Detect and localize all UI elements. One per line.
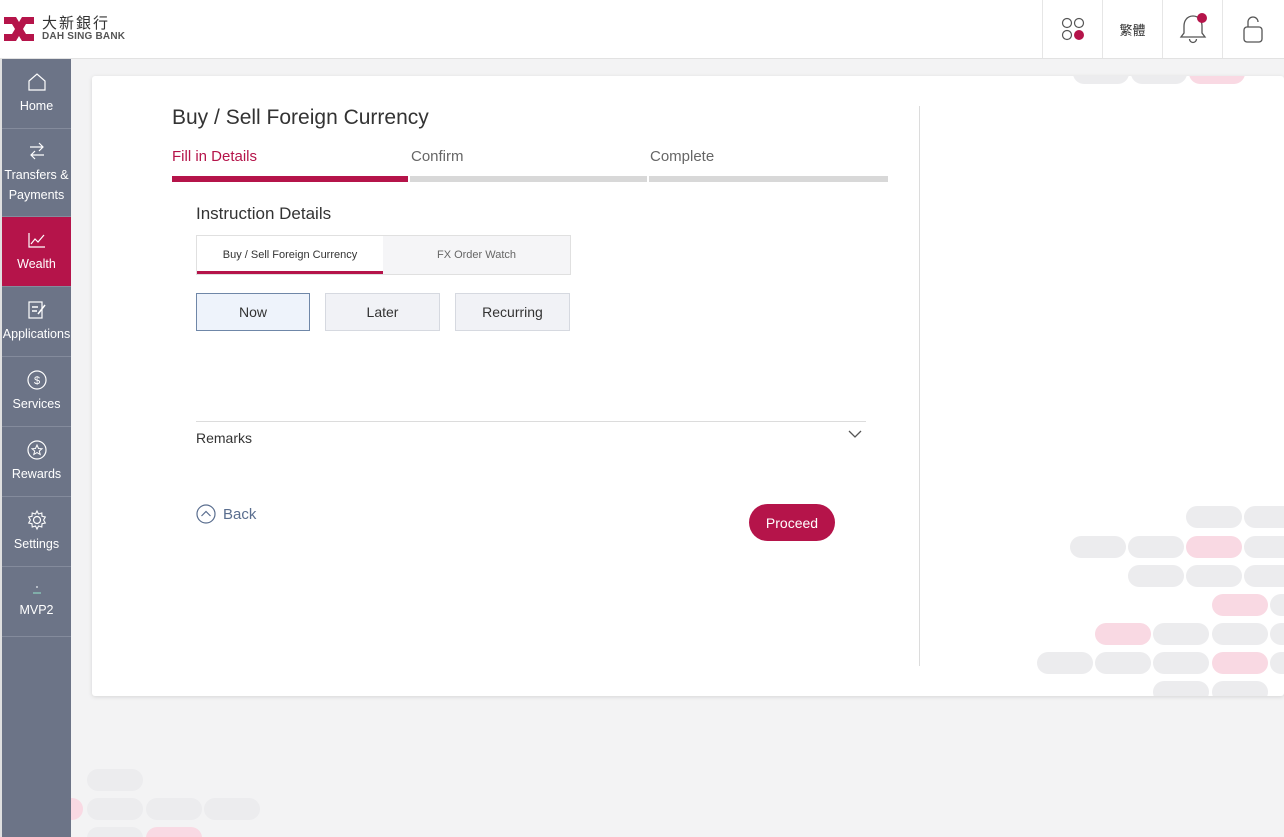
form-icon bbox=[27, 301, 46, 319]
apps-grid-icon bbox=[1061, 17, 1084, 41]
svg-text:$: $ bbox=[33, 375, 39, 387]
proceed-button[interactable]: Proceed bbox=[749, 504, 835, 541]
timing-now-button[interactable]: Now bbox=[196, 293, 310, 331]
step-bar-3 bbox=[649, 176, 888, 182]
sidebar-item-services[interactable]: $ Services bbox=[2, 357, 71, 427]
chart-icon bbox=[27, 233, 45, 248]
sidebar-nav: Home Transfers & Payments Wealth Applica… bbox=[0, 59, 71, 837]
dash-icon bbox=[32, 586, 41, 594]
step-fill-in-details: Fill in Details bbox=[172, 148, 258, 165]
language-label: 繁體 bbox=[1119, 23, 1146, 39]
home-icon bbox=[27, 73, 46, 91]
logout-button[interactable] bbox=[1222, 0, 1282, 58]
section-title: Instruction Details bbox=[196, 204, 332, 223]
dollar-icon: $ bbox=[26, 370, 47, 390]
step-complete: Complete bbox=[650, 148, 715, 165]
sidebar-item-label: Settings bbox=[13, 537, 60, 551]
brand-name-cn: 大新銀行 bbox=[42, 14, 111, 32]
background-pattern bbox=[71, 760, 271, 837]
bank-logo[interactable]: 大新銀行 DAH SING BANK bbox=[2, 13, 125, 45]
step-bar-1 bbox=[172, 176, 408, 182]
bell-icon bbox=[1179, 13, 1207, 44]
sidebar-item-mvp2[interactable]: MVP2 bbox=[2, 567, 71, 637]
sidebar-item-rewards[interactable]: Rewards bbox=[2, 427, 71, 497]
progress-steps: Fill in Details Confirm Complete bbox=[172, 148, 888, 182]
main-card: Buy / Sell Foreign Currency Fill in Deta… bbox=[92, 76, 1284, 696]
instruction-tabs: Buy / Sell Foreign Currency FX Order Wat… bbox=[196, 235, 571, 275]
apps-button[interactable] bbox=[1042, 0, 1102, 58]
transfer-icon bbox=[29, 142, 44, 160]
tab-fx-order-watch[interactable]: FX Order Watch bbox=[383, 236, 570, 274]
sidebar-item-label: Applications bbox=[2, 327, 71, 341]
timing-recurring-button[interactable]: Recurring bbox=[455, 293, 570, 331]
notifications-button[interactable] bbox=[1162, 0, 1222, 58]
timing-later-button[interactable]: Later bbox=[325, 293, 440, 331]
star-icon bbox=[26, 440, 47, 460]
remarks-divider bbox=[196, 421, 866, 422]
brand-name-en: DAH SING BANK bbox=[42, 31, 126, 42]
gear-icon bbox=[27, 509, 46, 531]
sidebar-item-home[interactable]: Home bbox=[2, 59, 71, 129]
sidebar-item-label: Home bbox=[19, 99, 54, 113]
sidebar-item-label: Transfers & Payments bbox=[4, 168, 69, 202]
dah-sing-logo-icon bbox=[4, 17, 34, 41]
remarks-label[interactable]: Remarks bbox=[196, 430, 252, 446]
chevron-up-circle-icon bbox=[196, 504, 216, 524]
vertical-divider bbox=[919, 106, 920, 666]
tab-buy-sell[interactable]: Buy / Sell Foreign Currency bbox=[197, 236, 383, 274]
back-button[interactable]: Back bbox=[196, 504, 256, 524]
sidebar-item-label: MVP2 bbox=[19, 603, 54, 617]
page-title: Buy / Sell Foreign Currency bbox=[172, 106, 429, 129]
sidebar-item-wealth[interactable]: Wealth bbox=[2, 217, 71, 287]
lock-icon bbox=[1242, 16, 1263, 43]
language-toggle[interactable]: 繁體 bbox=[1102, 0, 1162, 58]
chevron-down-icon[interactable] bbox=[848, 429, 862, 439]
step-confirm: Confirm bbox=[411, 148, 464, 165]
sidebar-item-label: Services bbox=[12, 397, 61, 411]
sidebar-item-settings[interactable]: Settings bbox=[2, 497, 71, 567]
sidebar-item-transfers[interactable]: Transfers & Payments bbox=[2, 129, 71, 217]
sidebar-item-label: Wealth bbox=[17, 257, 56, 271]
sidebar-item-label: Rewards bbox=[11, 467, 62, 481]
top-header: 大新銀行 DAH SING BANK 繁體 bbox=[0, 0, 1284, 59]
back-label: Back bbox=[223, 505, 257, 523]
sidebar-item-applications[interactable]: Applications bbox=[2, 287, 71, 357]
card-pattern bbox=[1032, 76, 1284, 696]
step-bar-2 bbox=[410, 176, 647, 182]
